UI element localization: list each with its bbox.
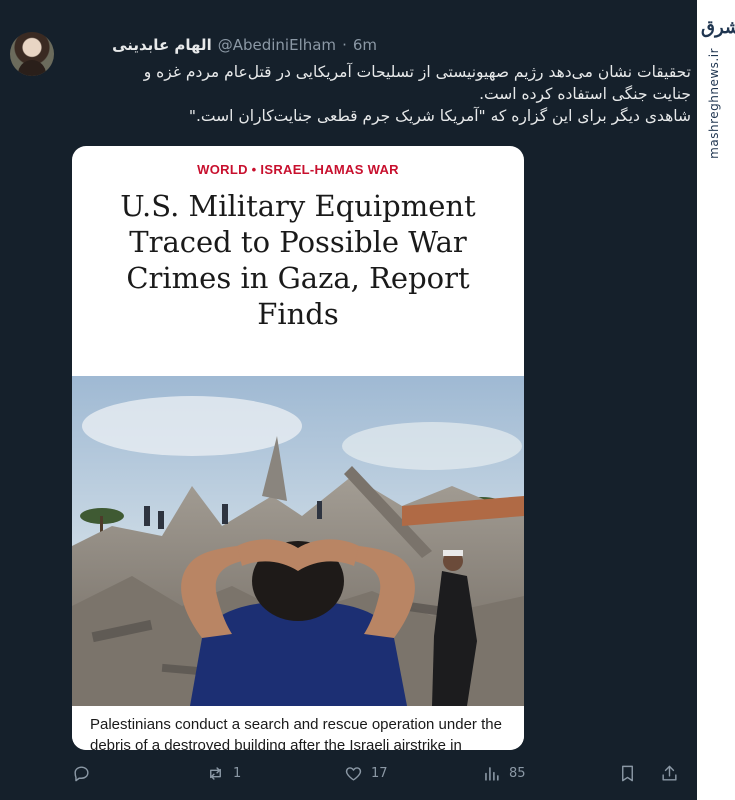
tweet-time[interactable]: 6m <box>353 36 377 54</box>
retweet-icon <box>210 767 221 780</box>
tweet-text: تحقیقات نشان می‌دهد رژیم صهیونیستی از تس… <box>71 61 691 127</box>
like-button[interactable]: 17 <box>344 764 388 783</box>
retweet-button[interactable]: 1 <box>206 764 241 783</box>
like-icon <box>345 767 362 781</box>
author-name[interactable]: الهام عابدینی <box>112 36 212 54</box>
avatar[interactable] <box>10 32 54 76</box>
article-headline: U.S. Military Equipment Traced to Possib… <box>120 189 476 331</box>
tweet-actions: 1 17 85 <box>72 764 692 790</box>
separator-dot: · <box>342 36 347 54</box>
mashregh-logo: مشرق <box>701 17 735 38</box>
media-card[interactable]: WORLD • ISRAEL-HAMAS WAR U.S. Military E… <box>72 146 524 750</box>
views-icon <box>485 767 499 781</box>
tweet-header: الهام عابدینی @AbediniElham · 6m <box>112 36 377 54</box>
like-count: 17 <box>371 766 388 781</box>
reply-button[interactable] <box>72 764 99 783</box>
share-icon <box>662 765 677 781</box>
top-bar <box>0 0 700 18</box>
tweet-text-line: شاهدی دیگر برای این گزاره که "آمریکا شری… <box>188 107 691 125</box>
avatar-shoulders <box>18 60 46 76</box>
watermark-strip: مشرق mashreghnews.ir <box>697 0 735 800</box>
views-button[interactable]: 85 <box>482 764 526 783</box>
bookmark-icon <box>622 765 633 782</box>
watermark-site: mashreghnews.ir <box>707 48 721 159</box>
views-count: 85 <box>509 766 526 781</box>
photo-caption: Palestinians conduct a search and rescue… <box>72 706 524 750</box>
tweet-text-line: تحقیقات نشان می‌دهد رژیم صهیونیستی از تس… <box>143 63 691 81</box>
reply-icon <box>74 766 89 782</box>
retweet-count: 1 <box>233 766 242 781</box>
share-button[interactable] <box>660 764 679 783</box>
bookmark-button[interactable] <box>618 764 637 783</box>
tweet-text-line: جنایت جنگی استفاده کرده است. <box>479 85 691 103</box>
article-kicker: WORLD • ISRAEL-HAMAS WAR <box>197 162 399 177</box>
author-handle[interactable]: @AbediniElham <box>218 36 336 54</box>
article-photo <box>72 376 524 706</box>
